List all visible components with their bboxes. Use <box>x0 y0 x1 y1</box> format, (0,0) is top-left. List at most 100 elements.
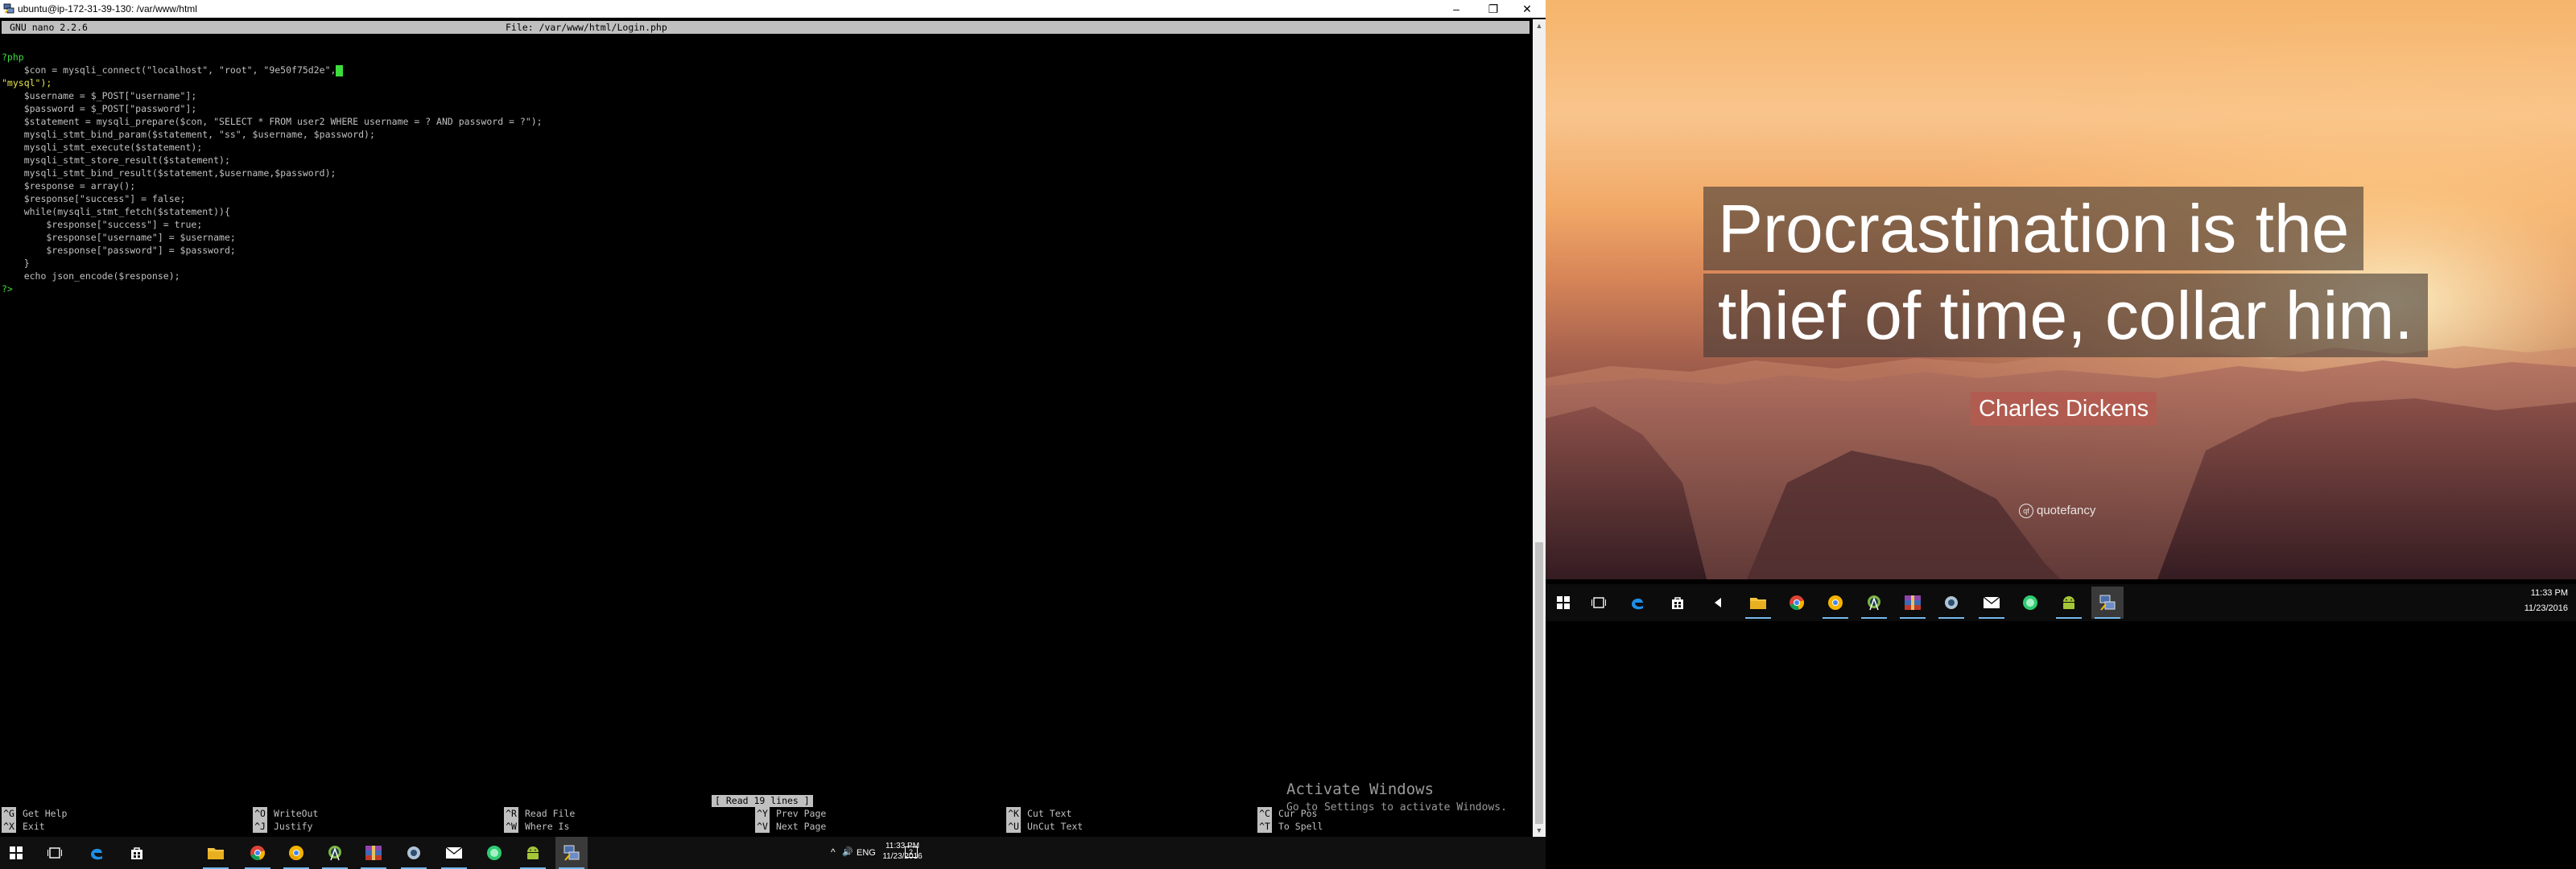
clock[interactable]: 11:33 PM 11/23/2016 <box>874 841 931 862</box>
shortcut-exit[interactable]: ^X Exit <box>2 820 45 833</box>
secondary-clock[interactable]: 11:33 PM 11/23/2016 <box>2504 588 2568 614</box>
chrome-canary-icon[interactable] <box>1819 587 1852 619</box>
left-monitor: ubuntu@ip-172-31-39-130: /var/www/html –… <box>0 0 1546 869</box>
winrar-icon[interactable] <box>1897 587 1929 619</box>
running-indicator <box>1861 617 1887 619</box>
clock-time: 11:33 PM <box>885 842 920 850</box>
android-studio-icon[interactable] <box>1858 587 1890 619</box>
notifications-icon[interactable]: 2 <box>905 846 918 858</box>
android-studio-icon[interactable] <box>319 837 351 869</box>
store-icon[interactable] <box>1662 587 1694 619</box>
quotefancy-logo: qf quotefancy <box>2019 504 2096 519</box>
scrollbar-thumb[interactable] <box>1535 542 1543 824</box>
taskbar: ^ 🔊 ENG 11:33 PM 11/23/2016 2 <box>0 837 1546 869</box>
running-indicator <box>1979 617 2004 619</box>
code-line-text: ?php <box>2 51 24 63</box>
nano-version: GNU nano 2.2.6 <box>10 22 88 33</box>
close-button[interactable]: ✕ <box>1509 0 1546 18</box>
file-explorer-icon[interactable] <box>1742 587 1774 619</box>
code-line: ?> <box>2 283 13 294</box>
code-line: $response = array(); <box>2 180 136 192</box>
clock-date: 11/23/2016 <box>2524 603 2568 613</box>
code-line: $response["success"] = true; <box>2 219 203 230</box>
media-icon[interactable] <box>1702 587 1734 619</box>
code-line: $response["username"] = $username; <box>2 232 236 243</box>
code-line: mysqli_stmt_bind_param($statement, "ss",… <box>2 129 375 140</box>
shortcut-get-help[interactable]: ^G Get Help <box>2 807 67 820</box>
restore-button[interactable]: ❐ <box>1475 0 1512 18</box>
shortcut-cut-text[interactable]: ^K Cut Text <box>1006 807 1071 820</box>
brand-name: quotefancy <box>2037 504 2096 517</box>
green-app-icon[interactable] <box>478 837 510 869</box>
desktop-wallpaper: Procrastination is the thief of time, co… <box>1546 0 2576 579</box>
code-line: "mysql"); <box>2 77 52 89</box>
mail-icon[interactable] <box>438 837 470 869</box>
code-line: $response["password"] = $password; <box>2 245 236 256</box>
terminal[interactable]: GNU nano 2.2.6 File: /var/www/html/Login… <box>0 19 1533 837</box>
edge-icon[interactable] <box>80 837 113 869</box>
clock-time: 11:33 PM <box>2530 588 2568 598</box>
putty-icon[interactable] <box>2091 587 2124 619</box>
code-line: } <box>2 257 30 269</box>
chrome-canary-icon[interactable] <box>280 837 312 869</box>
running-indicator <box>1745 617 1771 619</box>
shortcut-to-spell[interactable]: ^T To Spell <box>1257 820 1323 833</box>
mail-icon[interactable] <box>1975 587 2008 619</box>
code-line: $statement = mysqli_prepare($con, "SELEC… <box>2 116 543 127</box>
app-icon[interactable] <box>1935 587 1967 619</box>
task-view-icon[interactable] <box>1583 587 1615 619</box>
shortcut-uncut-text[interactable]: ^U UnCut Text <box>1006 820 1083 833</box>
status-message: [ Read 19 lines ] <box>712 795 813 807</box>
android-icon[interactable] <box>517 837 549 869</box>
code-line: $password = $_POST["password"]; <box>2 103 197 114</box>
clock-date: 11/23/2016 <box>882 852 923 861</box>
watermark-title: Activate Windows <box>1286 780 1435 798</box>
shortcut-read-file[interactable]: ^R Read File <box>504 807 575 820</box>
code-line-text: $con = mysqli_connect("localhost", "root… <box>2 64 336 76</box>
android-icon[interactable] <box>2053 587 2085 619</box>
terminal-scrollbar[interactable]: ▲ ▼ <box>1533 19 1546 837</box>
store-icon[interactable] <box>121 837 153 869</box>
shortcut-justify[interactable]: ^J Justify <box>253 820 312 833</box>
window-title: ubuntu@ip-172-31-39-130: /var/www/html <box>18 3 197 14</box>
chrome-icon[interactable] <box>242 837 274 869</box>
quote-author: Charles Dickens <box>1971 392 2157 426</box>
app-icon[interactable] <box>398 837 430 869</box>
minimize-button[interactable]: – <box>1438 0 1475 18</box>
shortcut-writeout[interactable]: ^O WriteOut <box>253 807 318 820</box>
edge-icon[interactable] <box>1621 587 1653 619</box>
code-line: mysqli_stmt_execute($statement); <box>2 142 203 153</box>
show-hidden-icons-icon[interactable]: ^ <box>831 847 836 858</box>
task-view-icon[interactable] <box>39 837 71 869</box>
running-indicator <box>2056 617 2082 619</box>
putty-icon[interactable] <box>555 837 588 869</box>
winrar-icon[interactable] <box>357 837 390 869</box>
shortcut-prev-page[interactable]: ^Y Prev Page <box>755 807 826 820</box>
window-titlebar[interactable]: ubuntu@ip-172-31-39-130: /var/www/html –… <box>0 0 1546 18</box>
scroll-up-icon[interactable]: ▲ <box>1533 19 1546 32</box>
code-line: ?php <box>2 51 24 64</box>
code-line: mysqli_stmt_bind_result($statement,$user… <box>2 167 336 179</box>
running-indicator <box>2095 617 2120 619</box>
quote-line-1: Procrastination is the <box>1703 187 2364 270</box>
nano-filename: File: /var/www/html/Login.php <box>506 22 667 33</box>
shortcut-where-is[interactable]: ^W Where Is <box>504 820 569 833</box>
quote-line-2: thief of time, collar him. <box>1703 274 2428 357</box>
green-app-icon[interactable] <box>2014 587 2046 619</box>
start-icon[interactable] <box>1547 587 1579 619</box>
running-indicator <box>1900 617 1926 619</box>
volume-icon[interactable]: 🔊 <box>842 847 853 858</box>
chrome-icon[interactable] <box>1781 587 1813 619</box>
start-icon[interactable] <box>0 837 32 869</box>
scroll-down-icon[interactable]: ▼ <box>1533 824 1546 837</box>
activate-windows-watermark: Activate Windows Go to Settings to activ… <box>1286 780 1507 813</box>
code-line: while(mysqli_stmt_fetch($statement)){ <box>2 206 230 217</box>
code-line: $response["success"] = false; <box>2 193 186 204</box>
shortcut-next-page[interactable]: ^V Next Page <box>755 820 826 833</box>
putty-icon <box>3 3 14 14</box>
language-indicator[interactable]: ENG <box>857 848 876 859</box>
code-line: $con = mysqli_connect("localhost", "root… <box>2 64 344 76</box>
watermark-subtitle: Go to Settings to activate Windows. <box>1286 801 1507 813</box>
file-explorer-icon[interactable] <box>200 837 232 869</box>
code-line: $username = $_POST["username"]; <box>2 90 197 101</box>
